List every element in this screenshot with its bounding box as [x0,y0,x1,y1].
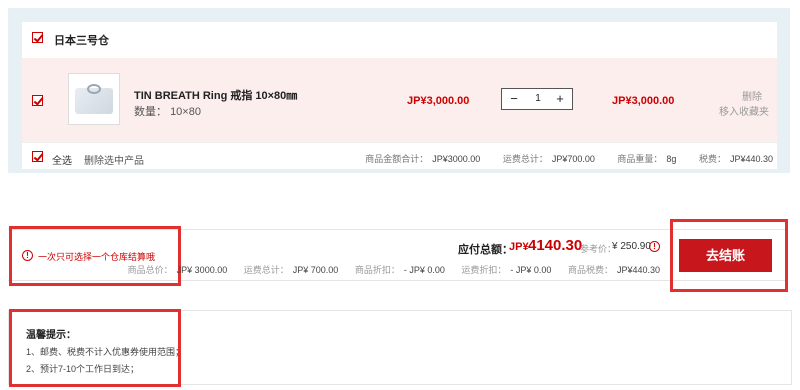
decrease-button[interactable]: − [504,89,524,109]
delete-link[interactable]: 删除 [742,88,762,103]
cart-inner: 日本三号仓 TIN BREATH Ring 戒指 10×80㎜ 数量： 10×8… [22,22,777,169]
tip-line: 2、预计7-10个工作日到达； [26,364,140,374]
breakdown-item: 运费折扣： - JP¥ 0.00 [461,265,552,275]
move-to-favorites-link[interactable]: 移入收藏夹 [719,103,769,118]
product-name[interactable]: TIN BREATH Ring 戒指 10×80㎜ [134,87,297,103]
item-checkbox[interactable] [32,95,43,106]
tip-line: 1、邮费、税费不计入优惠券使用范围； [26,347,185,357]
product-spec: 数量： 10×80 [134,106,201,118]
reference-price-label: 参考价： [580,244,617,254]
stat-item: 税费： JP¥440.30 [698,154,773,164]
quantity-input[interactable]: 1 [524,89,552,109]
quantity-stepper: − 1 + [501,88,573,110]
select-all-label[interactable]: 全选 [52,152,72,167]
item-subtotal: JP¥3,000.00 [612,95,675,107]
info-icon[interactable]: ! [649,241,660,252]
ring-icon [87,84,101,94]
unit-price: JP¥3,000.00 [407,95,470,107]
cart-item-row: TIN BREATH Ring 戒指 10×80㎜ 数量： 10×80 JP¥3… [22,58,777,142]
cart-stats: 商品金额合计： JP¥3000.00 运费总计： JP¥700.00 商品重量： 8g… [345,152,773,165]
stat-item: 商品重量： 8g [617,154,677,164]
checkout-button[interactable]: 去结账 [679,239,772,272]
warehouse-notice: 一次只可选择一个仓库结算哦 [38,252,156,262]
warehouse-title: 日本三号仓 [54,35,109,47]
total-label: 应付总额： [458,244,513,256]
warehouse-checkbox[interactable] [32,32,43,43]
breakdown-item: 运费总计： JP¥ 700.00 [243,265,339,275]
breakdown-item: 商品税费： JP¥440.30 [567,265,660,275]
breakdown-item: 商品折扣： - JP¥ 0.00 [354,265,445,275]
delete-selected-link[interactable]: 删除选中产品 [84,152,144,167]
select-all-checkbox[interactable] [32,151,43,162]
cart-panel: 日本三号仓 TIN BREATH Ring 戒指 10×80㎜ 数量： 10×8… [8,8,790,173]
tips-title: 温馨提示： [26,330,76,341]
breakdown-item: 商品总价： JP¥ 3000.00 [127,265,228,275]
cart-footer: 全选 删除选中产品 商品金额合计： JP¥3000.00 运费总计： JP¥700.… [22,142,777,169]
product-thumbnail[interactable] [68,73,120,125]
stat-item: 运费总计： JP¥700.00 [502,154,595,164]
total-amount: 4140.30 [528,237,583,254]
price-breakdown: 商品总价： JP¥ 3000.00 运费总计： JP¥ 700.00 商品折扣： - … [114,263,660,276]
stat-item: 商品金额合计： JP¥3000.00 [365,154,481,164]
reference-price: ¥ 250.90 [612,241,651,252]
total-currency: JP¥ [509,241,529,253]
increase-button[interactable]: + [550,89,570,109]
warning-icon: ! [22,250,33,261]
